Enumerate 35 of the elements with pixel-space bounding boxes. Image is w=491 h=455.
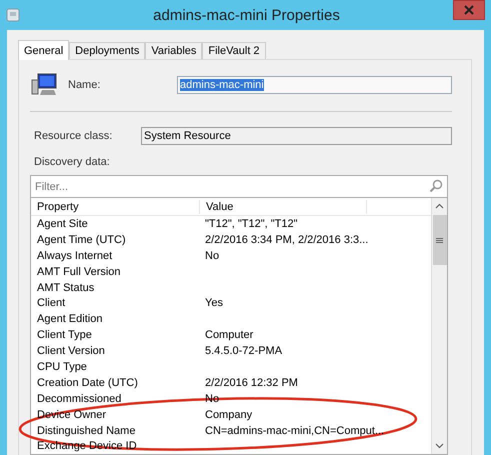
discovery-data-label: Discovery data:: [34, 156, 111, 168]
table-cell-text: AMT Full Version: [36, 266, 122, 278]
table-cell-text: Creation Date (UTC): [36, 376, 139, 389]
table-cell-text: Yes: [204, 297, 224, 310]
table-cell-text: AMT Status: [36, 282, 96, 294]
name-label: Name:: [68, 79, 102, 91]
table-cell-text: Agent Site: [36, 218, 89, 230]
table-cell-text: 2/2/2016 12:32 PM: [204, 376, 299, 389]
column-header[interactable]: Value: [200, 200, 367, 214]
table-cell-text: CPU Type: [36, 360, 88, 373]
table-cell-text: Client Version: [36, 345, 106, 358]
table-cell-text: Decommissioned: [36, 392, 122, 405]
table-cell-text: Distinguished Name: [36, 424, 136, 437]
column-header[interactable]: Property: [31, 200, 200, 214]
filter-field[interactable]: Filter...: [30, 175, 448, 198]
tab[interactable]: Variables: [145, 42, 202, 59]
table-cell-text: CN=admins-mac-mini,CN=Comput...: [204, 424, 386, 437]
tab[interactable]: FileVault 2: [202, 42, 266, 59]
table-cell-text: Client Type: [36, 329, 93, 342]
table-cell-text: Company: [204, 408, 254, 421]
table-cell-text: 2/2/2016 3:34 PM, 2/2/2016 3:3...: [204, 234, 370, 246]
name-field[interactable]: admins-mac-mini: [177, 76, 452, 94]
tab[interactable]: Deployments: [69, 42, 146, 59]
table-cell-text: No: [204, 250, 220, 262]
tab[interactable]: General: [18, 40, 70, 60]
resource-class-label: Resource class:: [34, 130, 114, 142]
table-cell-text: Agent Time (UTC): [36, 234, 127, 246]
table-cell-text: 5.4.5.0-72-PMA: [204, 345, 284, 358]
table-cell-text: Agent Edition: [36, 313, 104, 326]
window-title: admins-mac-mini Properties: [152, 6, 341, 24]
resource-class-field: System Resource: [141, 127, 452, 145]
table-cell-text: Computer: [204, 329, 254, 342]
table-cell-text: Client: [36, 297, 66, 310]
table-cell-text: "T12", "T12", "T12": [204, 218, 299, 230]
table-cell-text: Always Internet: [36, 250, 114, 262]
